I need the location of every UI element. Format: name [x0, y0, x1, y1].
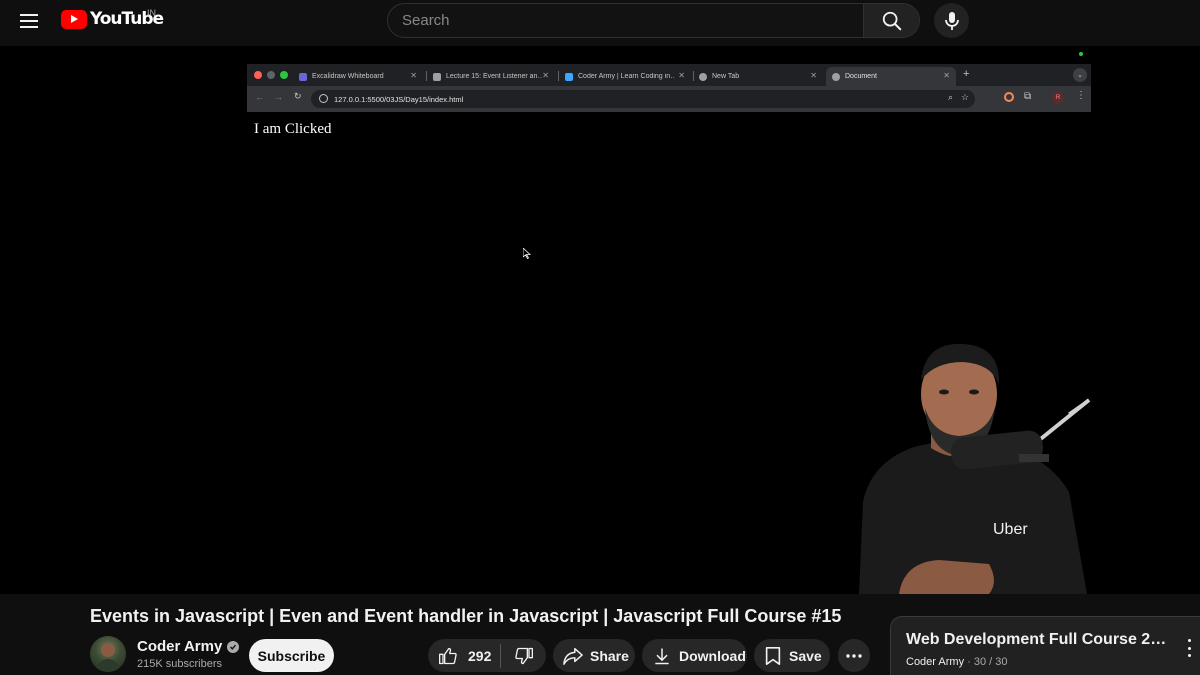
minimize-window-dot: [267, 71, 275, 79]
shirt-logo-text: Uber: [993, 521, 1028, 538]
share-button[interactable]: Share: [553, 639, 635, 672]
region-code: IN: [147, 8, 156, 18]
maximize-window-dot: [280, 71, 288, 79]
search-input[interactable]: [388, 4, 864, 37]
like-dislike-group: 292: [428, 639, 546, 672]
thumbs-up-icon: [439, 647, 457, 664]
browser-menu-icon: ⋮: [1076, 90, 1086, 101]
reload-icon: ↻: [294, 91, 302, 101]
channel-name-text: Coder Army: [137, 638, 223, 655]
channel-name[interactable]: Coder Army: [137, 638, 240, 655]
browser-tab-label: Lecture 15: Event Listener an…: [446, 73, 542, 80]
address-bar: 127.0.0.1:5500/03JS/Day15/index.html ⌕ ☆: [311, 90, 975, 108]
share-label: Share: [590, 647, 629, 664]
tab-close-icon: ✕: [810, 71, 817, 80]
browser-tab: Excalidraw Whiteboard ✕: [293, 67, 423, 86]
address-url: 127.0.0.1:5500/03JS/Day15/index.html: [334, 94, 464, 104]
playlist-more-icon[interactable]: [1186, 639, 1192, 657]
playlist-title[interactable]: Web Development Full Course 2…: [906, 631, 1168, 649]
tab-close-icon: ✕: [678, 71, 685, 80]
puzzle-extensions-icon: ⧉: [1024, 91, 1032, 102]
voice-search-button[interactable]: [934, 3, 969, 38]
presenter-webcam: Uber: [859, 343, 1091, 594]
save-button[interactable]: Save: [754, 639, 830, 672]
hamburger-line: [20, 20, 38, 22]
search-icon: [882, 11, 901, 30]
subscriber-count: 215K subscribers: [137, 658, 222, 670]
page-output-text: I am Clicked: [254, 121, 332, 137]
back-arrow-icon: ←: [255, 92, 264, 102]
dislike-button[interactable]: [501, 639, 546, 672]
verified-badge-icon: [227, 640, 240, 653]
save-label: Save: [789, 647, 822, 664]
like-count: 292: [468, 647, 492, 664]
playlist-separator: ·: [967, 656, 971, 668]
zoom-icon: ⌕: [947, 92, 953, 102]
hamburger-line: [20, 14, 38, 16]
download-icon: [655, 648, 669, 664]
browser-tab-active: Document ✕: [826, 67, 956, 86]
coder-army-favicon-icon: [565, 72, 573, 81]
new-tab-plus-icon: +: [963, 68, 970, 80]
subscribe-button[interactable]: Subscribe: [249, 639, 334, 672]
masthead: YouTube IN: [0, 0, 1200, 46]
forward-arrow-icon: →: [274, 92, 283, 102]
close-window-dot: [254, 71, 262, 79]
video-player[interactable]: Excalidraw Whiteboard ✕ Lecture 15: Even…: [247, 46, 1091, 594]
tab-close-icon: ✕: [410, 71, 417, 80]
hamburger-line: [20, 26, 38, 28]
notion-favicon-icon: [433, 72, 441, 81]
more-actions-button[interactable]: [838, 639, 870, 672]
excalidraw-favicon-icon: [299, 72, 307, 81]
thumbs-down-icon: [514, 647, 533, 664]
browser-tab: Lecture 15: Event Listener an… ✕: [427, 67, 555, 86]
recording-indicator: [1079, 52, 1083, 56]
tab-close-icon: ✕: [943, 71, 950, 80]
browser-tab-label: Excalidraw Whiteboard: [312, 73, 384, 80]
channel-avatar[interactable]: [90, 636, 126, 672]
browser-tab-label: Coder Army | Learn Coding in…: [578, 73, 674, 80]
guide-menu-button[interactable]: [15, 9, 43, 33]
download-button[interactable]: Download: [642, 639, 747, 672]
tab-close-icon: ✕: [542, 71, 549, 80]
chrome-favicon-icon: [699, 72, 707, 81]
bookmark-star-icon: ☆: [960, 92, 969, 102]
mouse-cursor-icon: [523, 248, 531, 259]
browser-tab: Coder Army | Learn Coding in… ✕: [559, 67, 691, 86]
playlist-panel[interactable]: Web Development Full Course 2… Coder Arm…: [890, 616, 1200, 675]
browser-toolbar: ← → ↻ 127.0.0.1:5500/03JS/Day15/index.ht…: [247, 86, 1091, 112]
site-info-icon: [319, 94, 328, 103]
playlist-meta: Coder Army · 30 / 30: [906, 656, 1008, 668]
bookmark-icon: [765, 646, 781, 665]
browser-tab: New Tab ✕: [693, 67, 823, 86]
video-title: Events in Javascript | Even and Event ha…: [90, 606, 842, 626]
browser-tab-label: Document: [845, 73, 877, 80]
search-button[interactable]: [863, 4, 919, 37]
like-button[interactable]: 292: [428, 639, 500, 672]
browser-tab-label: New Tab: [712, 73, 740, 80]
download-label: Download: [679, 647, 746, 664]
tab-search-chevron-icon: ⌄: [1073, 68, 1087, 82]
avatar-image-icon: [95, 643, 121, 672]
extension-icon: [1004, 92, 1014, 102]
globe-favicon-icon: [832, 72, 840, 81]
share-arrow-icon: [563, 647, 583, 665]
playlist-position: 30 / 30: [973, 656, 1008, 668]
play-logo-icon: [61, 9, 87, 29]
playlist-channel[interactable]: Coder Army: [906, 656, 964, 668]
more-horizontal-icon: [846, 653, 862, 658]
search-box: [387, 3, 920, 38]
browser-tab-strip: Excalidraw Whiteboard ✕ Lecture 15: Even…: [247, 64, 1091, 86]
microphone-icon: [944, 11, 959, 30]
profile-avatar: R: [1052, 92, 1064, 104]
